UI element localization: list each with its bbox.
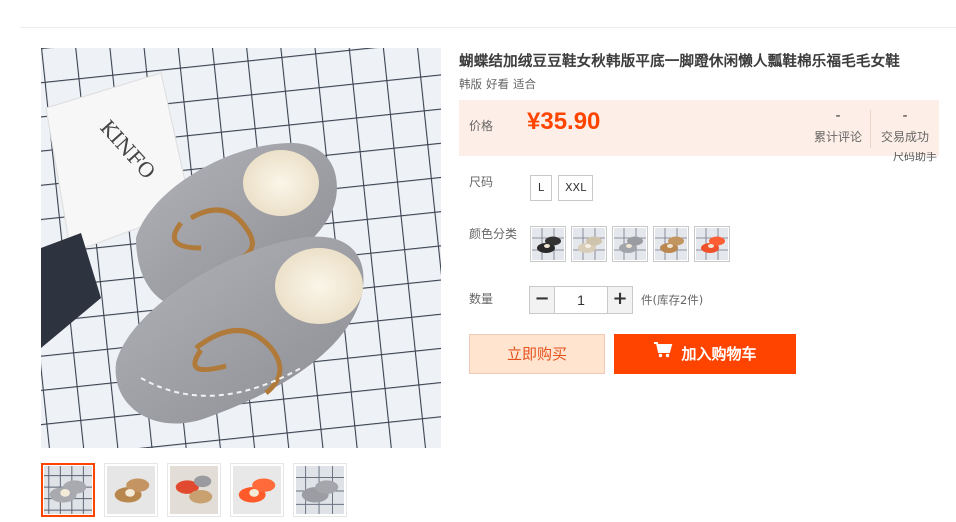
thumbnail-image [296,466,344,514]
trades-stat: - 交易成功 [875,108,935,145]
thumbnail-2[interactable] [104,463,158,517]
top-divider [20,27,956,28]
size-option-l[interactable]: L [530,175,552,201]
buy-now-button[interactable]: 立即购买 [469,334,605,374]
quantity-stepper: − 1 + 件(库存2件) [529,286,703,314]
quantity-decrease-button[interactable]: − [529,286,555,314]
product-subtitle: 韩版 好看 适合 [459,76,536,92]
shopping-cart-icon [653,333,673,373]
color-swatch-image [696,228,728,260]
size-option-xxl[interactable]: XXL [558,175,594,201]
color-swatch-image [655,228,687,260]
quantity-increase-button[interactable]: + [607,286,633,314]
thumbnail-4[interactable] [230,463,284,517]
price-panel: 价格 ¥35.90 - 累计评论 - 交易成功 [459,100,939,156]
color-option-grey[interactable] [612,226,648,262]
color-option-beige[interactable] [571,226,607,262]
shoe-photo: KINFO [41,48,441,448]
color-swatch-image [614,228,646,260]
thumbnail-image [233,466,281,514]
thumbnail-5[interactable] [293,463,347,517]
reviews-label: 累计评论 [813,130,862,144]
thumbnail-image [170,466,218,514]
price-label: 价格 [469,119,494,133]
thumbnail-1[interactable] [41,463,95,517]
thumbnail-image [44,466,92,514]
color-label: 颜色分类 [469,227,518,241]
tag-text: 韩版 [459,77,482,91]
tag-text: 好看 [486,77,509,91]
size-helper-link[interactable]: 尺码助手 [893,152,937,162]
stat-divider [870,110,871,148]
color-options [530,226,730,262]
trades-label: 交易成功 [880,130,929,144]
reviews-count: - [835,108,841,124]
reviews-stat[interactable]: - 累计评论 [808,108,868,145]
thumbnail-3[interactable] [167,463,221,517]
stock-text: 件(库存2件) [641,293,704,307]
color-option-red[interactable] [694,226,730,262]
color-option-tan[interactable] [653,226,689,262]
color-swatch-image [573,228,605,260]
thumbnail-strip [41,463,347,517]
add-to-cart-button[interactable]: 加入购物车 [614,334,796,374]
tag-text: 适合 [513,77,536,91]
color-option-black[interactable] [530,226,566,262]
add-to-cart-label: 加入购物车 [681,345,757,363]
color-swatch-image [532,228,564,260]
thumbnail-image [107,466,155,514]
price-value: ¥35.90 [527,108,601,135]
product-title: 蝴蝶结加绒豆豆鞋女秋韩版平底一脚蹬休闲懒人瓢鞋棉乐福毛毛女鞋 [459,54,900,70]
trades-count: - [902,108,908,124]
size-label: 尺码 [469,175,494,189]
quantity-label: 数量 [469,292,494,306]
main-product-image[interactable]: KINFO [41,48,441,448]
quantity-input[interactable]: 1 [555,286,607,314]
size-options: L XXL [530,175,594,201]
